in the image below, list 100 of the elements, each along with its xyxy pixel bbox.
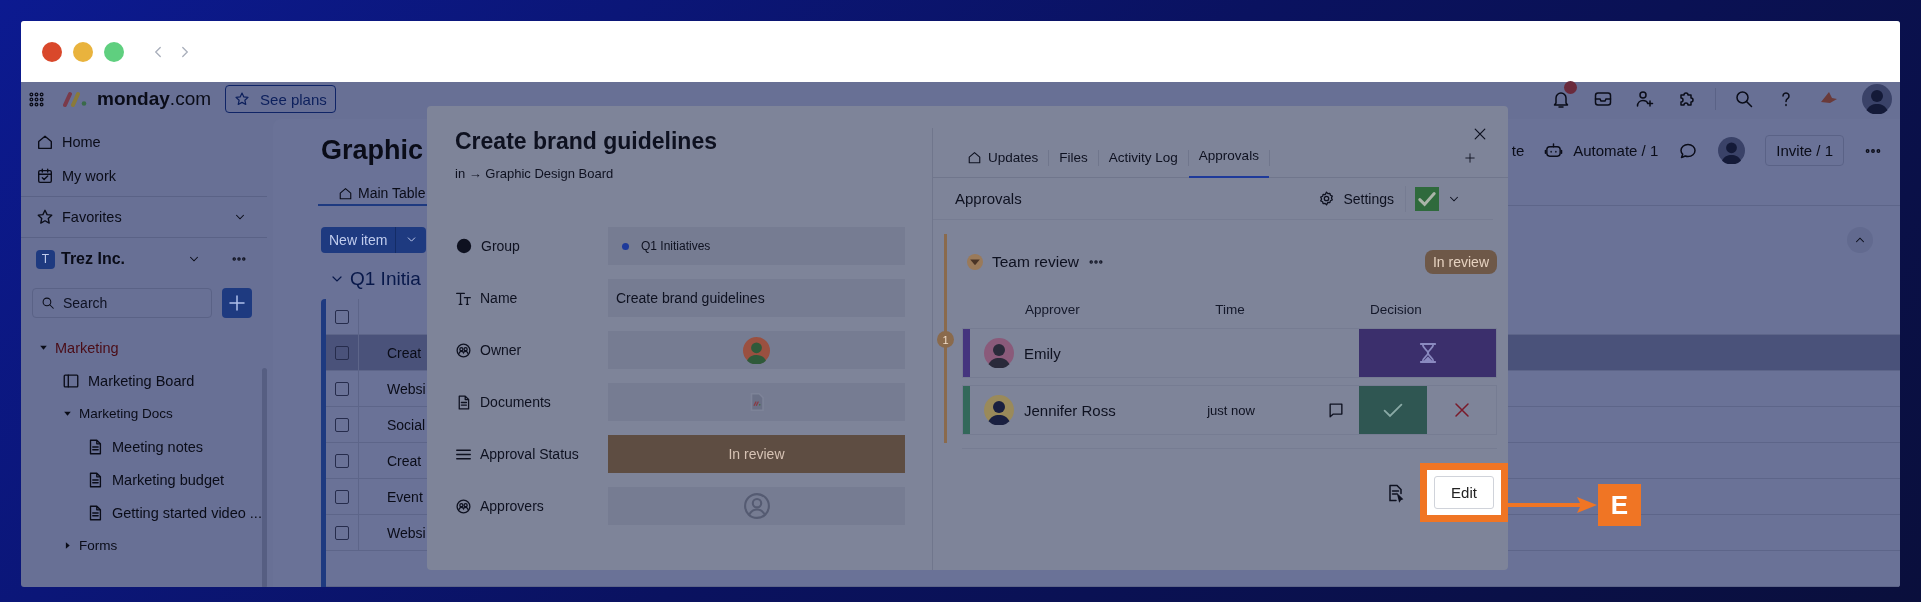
column-header: Decision bbox=[1369, 301, 1423, 317]
owner-field[interactable] bbox=[608, 331, 905, 369]
invite-members-icon[interactable] bbox=[1635, 89, 1655, 109]
owner-avatar bbox=[743, 336, 770, 364]
maximize-window-dot[interactable] bbox=[104, 41, 124, 62]
search-icon[interactable] bbox=[1734, 89, 1754, 109]
field-label: Approval Status bbox=[480, 446, 579, 462]
panel-tab[interactable]: Updates bbox=[957, 150, 1049, 178]
folder-item[interactable]: Marketing bbox=[55, 339, 119, 356]
member-avatar bbox=[1718, 137, 1746, 165]
scrollbar[interactable] bbox=[262, 368, 267, 587]
sidebar-item[interactable]: Getting started video ... bbox=[112, 504, 262, 521]
item-name[interactable]: Social bbox=[387, 416, 426, 433]
checkbox[interactable] bbox=[335, 417, 349, 432]
status-field[interactable]: In review bbox=[608, 435, 905, 473]
approver-name: Emily bbox=[1024, 344, 1061, 362]
calendar-check-icon bbox=[36, 167, 54, 185]
workspace-badge: T bbox=[36, 249, 55, 269]
invite-button[interactable]: Invite / 1 bbox=[1765, 135, 1844, 167]
sidebar-item[interactable]: My work bbox=[62, 168, 116, 184]
edit-button[interactable]: Edit bbox=[1434, 476, 1494, 509]
status-badge: In review bbox=[1424, 250, 1497, 274]
collapse-icon[interactable] bbox=[967, 254, 983, 270]
home-icon bbox=[967, 150, 982, 165]
column-header: Approver bbox=[1024, 301, 1081, 317]
field-label: Owner bbox=[480, 342, 522, 358]
board-title: Graphic bbox=[321, 135, 424, 167]
group-field[interactable]: Q1 Initiatives bbox=[608, 227, 905, 265]
item-name[interactable]: Websi bbox=[387, 524, 426, 541]
favorites-item[interactable]: Favorites bbox=[62, 209, 225, 225]
column-header: Time bbox=[1214, 301, 1246, 317]
field-label: Approvers bbox=[480, 498, 544, 514]
search-icon bbox=[41, 296, 55, 310]
field-label: Documents bbox=[480, 394, 551, 410]
toolbar-button[interactable]: te bbox=[1511, 142, 1525, 160]
app-logo-text[interactable]: monday.com bbox=[97, 88, 212, 110]
new-item-button[interactable]: New item bbox=[321, 226, 396, 253]
group-title[interactable]: Q1 Initia bbox=[350, 267, 421, 290]
panel-tab[interactable]: Approvals bbox=[1188, 148, 1269, 178]
panel-tab[interactable]: Files bbox=[1049, 150, 1098, 178]
status-strip bbox=[963, 386, 970, 434]
minimize-window-dot[interactable] bbox=[73, 41, 93, 62]
home-icon bbox=[338, 185, 353, 201]
close-window-dot[interactable] bbox=[42, 41, 62, 62]
breadcrumb[interactable]: in → Graphic Design Board bbox=[455, 166, 614, 181]
plus-icon bbox=[227, 293, 247, 313]
automate-button[interactable]: Automate / 1 bbox=[1573, 142, 1659, 160]
settings-button[interactable]: Settings bbox=[1318, 190, 1394, 207]
people-icon bbox=[455, 497, 472, 515]
sidebar-item[interactable]: Home bbox=[62, 134, 101, 150]
step-number: 1 bbox=[937, 331, 954, 348]
documents-field[interactable] bbox=[608, 383, 905, 421]
stage-title[interactable]: Team review bbox=[992, 253, 1079, 271]
puzzle-icon[interactable] bbox=[1677, 89, 1697, 109]
inbox-icon[interactable] bbox=[1593, 89, 1613, 109]
workspace-name[interactable]: Trez Inc. bbox=[61, 250, 181, 268]
annotation-badge: E bbox=[1598, 484, 1641, 526]
settings-icon bbox=[1318, 190, 1336, 207]
item-name[interactable]: Event bbox=[387, 488, 423, 505]
add-button[interactable] bbox=[222, 288, 252, 318]
check-square-icon[interactable] bbox=[1415, 186, 1439, 211]
item-name[interactable]: Websi bbox=[387, 380, 426, 397]
approver-avatar bbox=[984, 338, 1014, 368]
approver-avatar bbox=[984, 395, 1014, 425]
logo-icon[interactable] bbox=[63, 91, 89, 107]
circle-icon bbox=[455, 237, 473, 255]
pending-decision[interactable] bbox=[1359, 329, 1496, 377]
close-icon[interactable] bbox=[1472, 126, 1488, 142]
apps-menu-icon[interactable] bbox=[28, 90, 45, 108]
add-tab-icon[interactable] bbox=[1464, 152, 1476, 164]
checkbox[interactable] bbox=[335, 345, 349, 360]
sidebar-item[interactable]: Marketing budget bbox=[112, 471, 225, 488]
checkbox[interactable] bbox=[335, 489, 349, 504]
approver-name: Jennifer Ross bbox=[1024, 401, 1116, 419]
home-icon bbox=[36, 133, 54, 151]
checkbox[interactable] bbox=[335, 309, 349, 324]
dropdown-button[interactable] bbox=[395, 226, 427, 253]
folder-item[interactable]: Forms bbox=[79, 538, 118, 553]
checkbox[interactable] bbox=[335, 525, 349, 540]
user-avatar bbox=[1862, 84, 1892, 114]
checkbox[interactable] bbox=[335, 453, 349, 468]
person-icon bbox=[742, 492, 771, 520]
approvers-field[interactable] bbox=[608, 487, 905, 525]
search-field[interactable]: Search bbox=[32, 288, 212, 318]
item-name[interactable]: Creat bbox=[387, 452, 422, 469]
see-plans-button[interactable]: See plans bbox=[225, 85, 336, 113]
star-icon bbox=[36, 208, 54, 226]
notifications-icon[interactable] bbox=[1551, 89, 1571, 109]
notification-badge bbox=[1564, 81, 1577, 94]
group-dot bbox=[622, 242, 629, 250]
name-field[interactable]: Create brand guidelines bbox=[608, 279, 905, 317]
board-icon bbox=[62, 371, 80, 390]
panel-tab[interactable]: Activity Log bbox=[1098, 150, 1188, 178]
item-name[interactable]: Creat bbox=[387, 344, 422, 361]
sidebar-item[interactable]: Meeting notes bbox=[112, 438, 204, 455]
folder-item[interactable]: Marketing Docs bbox=[79, 406, 173, 421]
people-icon bbox=[455, 341, 472, 359]
comment-icon[interactable] bbox=[1327, 401, 1345, 419]
checkbox[interactable] bbox=[335, 381, 349, 396]
sidebar-item[interactable]: Marketing Board bbox=[88, 372, 195, 389]
